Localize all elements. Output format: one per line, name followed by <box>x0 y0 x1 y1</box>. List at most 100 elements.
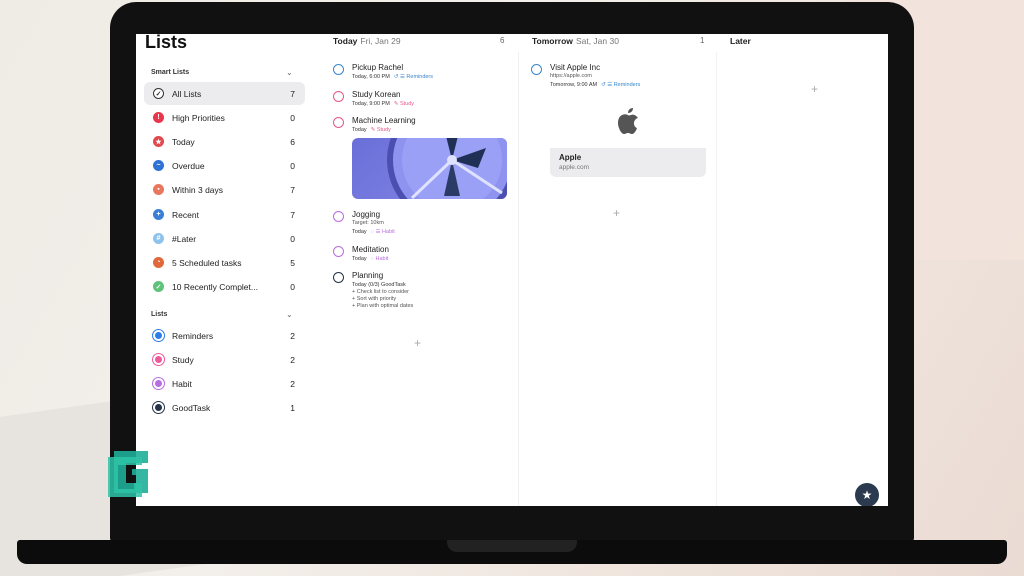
repeat-icon: ↺ ☰ <box>601 82 613 88</box>
column-date: Sat, Jan 30 <box>575 36 619 46</box>
chevron-down-icon[interactable]: ⌄ <box>286 310 293 319</box>
sidebar-item-today[interactable]: ★ Today 6 <box>144 130 305 153</box>
sidebar-item-label: 5 Scheduled tasks <box>172 257 242 268</box>
plus-icon: + <box>153 209 164 220</box>
task-note: + Plan with optimal dates <box>352 303 414 309</box>
task-date: Tomorrow, 9:00 AM <box>550 82 598 88</box>
smart-lists-header[interactable]: Smart Lists <box>151 69 189 76</box>
task-list-tag: Habit <box>381 229 395 235</box>
lists-header[interactable]: Lists <box>151 311 167 318</box>
task-checkbox[interactable] <box>333 246 344 257</box>
sidebar-item-count: 7 <box>290 88 295 99</box>
sidebar-item-label: Habit <box>172 378 192 389</box>
sidebar-item-label: Overdue <box>172 160 205 171</box>
link-preview-info: Apple apple.com <box>550 148 706 177</box>
column-divider <box>716 52 717 506</box>
chevron-down-icon[interactable]: ⌄ <box>286 68 293 77</box>
check-icon: ✓ <box>153 281 164 292</box>
sidebar-item-later[interactable]: # #Later 0 <box>144 227 305 250</box>
sidebar-item-scheduled-tasks[interactable]: ◔ 5 Scheduled tasks 5 <box>144 251 305 274</box>
hash-icon: # <box>153 233 164 244</box>
star-icon: ★ <box>153 136 164 147</box>
task-date: Today <box>352 127 367 133</box>
column-header-tomorrow: Tomorrow Sat, Jan 30 <box>532 36 619 46</box>
sidebar-item-label: High Priorities <box>172 112 225 123</box>
watermark-logo <box>108 451 148 497</box>
task-meta: Today (0/3) GoodTask <box>352 282 406 288</box>
sidebar-item-count: 2 <box>290 354 295 365</box>
task-meta: Today ◌ Habit <box>352 256 388 262</box>
task-url[interactable]: https://apple.com <box>550 73 592 81</box>
task-meta: Today, 9:00 PM ✎ Study <box>352 101 414 107</box>
sidebar-item-label: Today <box>172 136 195 147</box>
apple-logo-icon <box>618 108 638 134</box>
favorite-star-button[interactable]: ★ <box>855 483 879 506</box>
link-preview-card[interactable]: Apple apple.com <box>550 100 706 177</box>
list-color-icon <box>153 354 164 365</box>
sidebar-item-overdue[interactable]: ~ Overdue 0 <box>144 154 305 177</box>
task-checkbox[interactable] <box>333 91 344 102</box>
pen-icon: ✎ <box>393 101 399 107</box>
task-title: Pickup Rachel <box>352 63 404 72</box>
sidebar-item-study[interactable]: Study 2 <box>144 348 305 371</box>
sidebar-item-count: 2 <box>290 378 295 389</box>
sidebar: Lists Smart Lists ⌄ ✓ All Lists 7 ! High… <box>136 34 313 506</box>
task-checkbox[interactable] <box>333 211 344 222</box>
page-title: Lists <box>145 34 188 52</box>
task-meta: Today ✎ Study <box>352 127 391 133</box>
compass-icon <box>387 138 507 199</box>
calendar-icon: ▪ <box>153 184 164 195</box>
sidebar-item-high-priorities[interactable]: ! High Priorities 0 <box>144 106 305 129</box>
task-list-tag: Study <box>399 101 415 107</box>
task-date: Today, 9:00 PM <box>352 101 390 107</box>
task-date: Today <box>352 256 367 262</box>
sidebar-item-all-lists[interactable]: ✓ All Lists 7 <box>144 82 305 105</box>
sidebar-item-label: Reminders <box>172 330 214 341</box>
sidebar-item-within-3-days[interactable]: ▪ Within 3 days 7 <box>144 178 305 201</box>
pen-icon: ✎ <box>370 127 376 133</box>
sidebar-item-count: 0 <box>290 281 295 292</box>
sidebar-item-count: 0 <box>290 112 295 123</box>
task-meta: Today, 6:00 PM ↺ ☰ Reminders <box>352 74 433 80</box>
task-list-tag: Study <box>376 127 391 133</box>
column-header-later: Later <box>730 36 751 46</box>
laptop-notch <box>447 540 577 552</box>
sidebar-item-recent[interactable]: + Recent 7 <box>144 203 305 226</box>
sidebar-item-count: 7 <box>290 184 295 195</box>
wave-icon: ~ <box>153 160 164 171</box>
habit-icon: ◌ <box>370 256 374 262</box>
task-title: Study Korean <box>352 90 401 99</box>
sidebar-item-label: Recent <box>172 209 199 220</box>
column-count: 6 <box>500 36 505 45</box>
task-title: Visit Apple Inc <box>550 63 601 72</box>
task-meta: Today ◌ ☰ Habit <box>352 229 395 235</box>
link-title: Apple <box>559 153 582 162</box>
link-url: apple.com <box>559 164 589 171</box>
sidebar-item-habit[interactable]: Habit 2 <box>144 372 305 395</box>
sidebar-item-goodtask[interactable]: GoodTask 1 <box>144 396 305 419</box>
exclamation-icon: ! <box>153 112 164 123</box>
task-list-tag: Reminders <box>406 74 434 80</box>
column-date: Fri, Jan 29 <box>360 36 401 46</box>
sidebar-item-count: 5 <box>290 257 295 268</box>
task-checkbox[interactable] <box>333 272 344 283</box>
add-task-button[interactable]: + <box>811 82 818 96</box>
task-checkbox[interactable] <box>531 64 542 75</box>
app-window: Lists Smart Lists ⌄ ✓ All Lists 7 ! High… <box>136 34 888 506</box>
task-checkbox[interactable] <box>333 64 344 75</box>
task-checkbox[interactable] <box>333 117 344 128</box>
sidebar-item-count: 6 <box>290 136 295 147</box>
sidebar-item-label: Study <box>172 354 194 365</box>
task-list-tag: Habit <box>375 256 389 262</box>
sidebar-item-label: GoodTask <box>172 402 211 413</box>
sidebar-item-count: 7 <box>290 209 295 220</box>
add-task-button[interactable]: + <box>613 206 620 220</box>
repeat-icon: ↺ ☰ <box>393 74 405 80</box>
sidebar-item-reminders[interactable]: Reminders 2 <box>144 324 305 347</box>
column-divider <box>518 52 519 506</box>
list-color-icon <box>153 330 164 341</box>
task-meta: Tomorrow, 9:00 AM ↺ ☰ Reminders <box>550 82 640 88</box>
sidebar-item-recently-completed[interactable]: ✓ 10 Recently Complet... 0 <box>144 275 305 298</box>
add-task-button[interactable]: + <box>414 336 421 350</box>
sidebar-item-label: All Lists <box>172 88 202 99</box>
